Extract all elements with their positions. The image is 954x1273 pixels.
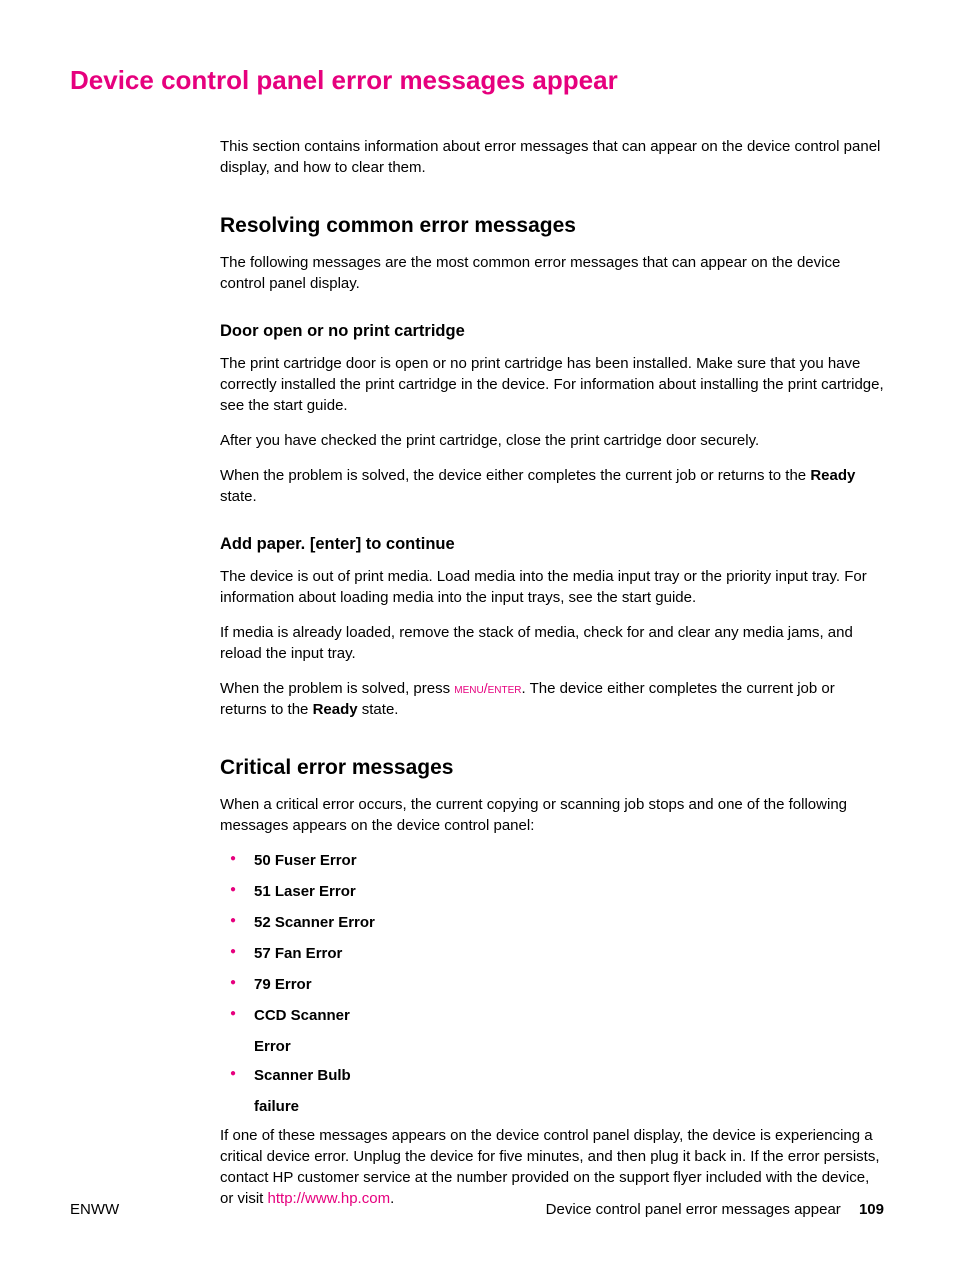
intro-text: This section contains information about … [220,136,884,178]
ready-state: Ready [810,467,855,484]
footer-left: ENWW [70,1201,119,1218]
door-p3: When the problem is solved, the device e… [220,465,884,507]
page-footer: ENWW Device control panel error messages… [70,1201,884,1218]
error-list-cont: Scanner Bulb [220,1065,884,1086]
footer-section-name: Device control panel error messages appe… [546,1201,841,1218]
text: When the problem is solved, press [220,680,454,697]
text: state. [220,488,257,505]
list-item: 52 Scanner Error [220,912,884,933]
text: When the problem is solved, the device e… [220,467,810,484]
section-critical-heading: Critical error messages [220,756,884,780]
page-title: Device control panel error messages appe… [70,65,884,96]
list-item-continuation: failure [220,1098,884,1115]
list-item: 51 Laser Error [220,881,884,902]
door-p2: After you have checked the print cartrid… [220,430,884,451]
subsection-door-heading: Door open or no print cartridge [220,322,884,341]
list-item: Scanner Bulb [220,1065,884,1086]
list-item-continuation: Error [220,1038,884,1055]
subsection-addpaper-heading: Add paper. [enter] to continue [220,535,884,554]
error-list: 50 Fuser Error 51 Laser Error 52 Scanner… [220,850,884,1026]
list-item: 57 Fan Error [220,943,884,964]
section-resolving-intro: The following messages are the most comm… [220,252,884,294]
list-item: 50 Fuser Error [220,850,884,871]
addpaper-p1: The device is out of print media. Load m… [220,566,884,608]
page-number: 109 [859,1201,884,1218]
critical-outro: If one of these messages appears on the … [220,1125,884,1209]
ready-state: Ready [313,701,358,718]
footer-right: Device control panel error messages appe… [546,1201,884,1218]
section-resolving-heading: Resolving common error messages [220,214,884,238]
critical-intro: When a critical error occurs, the curren… [220,794,884,836]
list-item: CCD Scanner [220,1005,884,1026]
menu-enter-key: menu/enter [454,680,521,696]
addpaper-p2: If media is already loaded, remove the s… [220,622,884,664]
text: state. [358,701,399,718]
addpaper-p3: When the problem is solved, press menu/e… [220,678,884,720]
door-p1: The print cartridge door is open or no p… [220,353,884,416]
list-item: 79 Error [220,974,884,995]
